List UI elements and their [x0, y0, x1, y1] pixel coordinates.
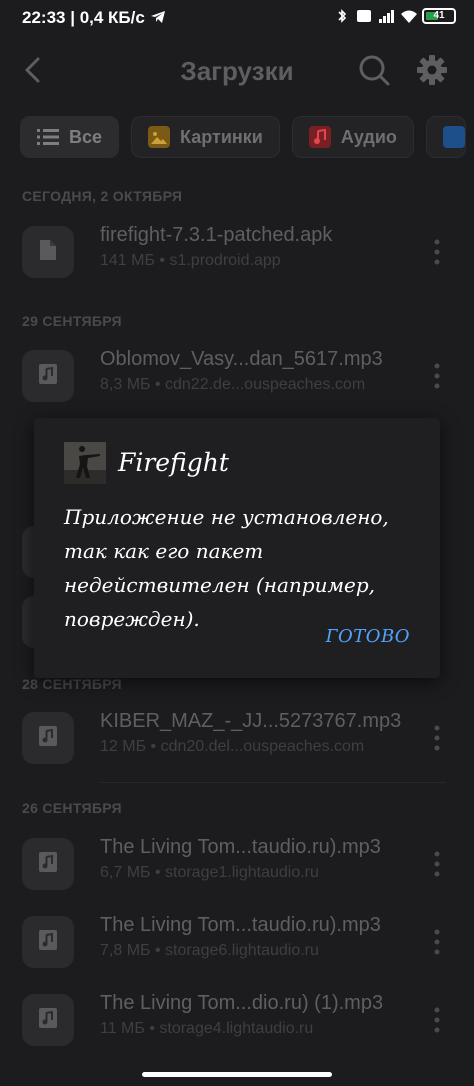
status-speed: | 0,4 КБ/с — [70, 8, 145, 27]
file-meta: 7,8 МБ • storage6.lightaudio.ru — [100, 942, 319, 959]
filter-all-label: Все — [69, 126, 103, 147]
status-left: 22:33 | 0,4 КБ/с — [22, 8, 166, 28]
dialog-message: Приложение не установлено, так как его п… — [64, 505, 389, 631]
file-thumbnail — [22, 916, 74, 968]
file-name: firefight-7.3.1-patched.apk — [100, 224, 333, 246]
filter-audio[interactable]: Аудио — [291, 116, 414, 158]
app-header: Загрузки — [0, 42, 474, 100]
more-options-icon[interactable] — [428, 928, 446, 956]
section-header: 29 СЕНТЯБРЯ — [22, 313, 122, 329]
file-name: KIBER_MAZ_-_JJ...5273767.mp3 — [100, 710, 402, 732]
file-meta: 141 МБ • s1.prodroid.app — [100, 252, 281, 269]
divider — [100, 782, 446, 783]
audio-icon — [308, 126, 331, 148]
battery-indicator: 41 — [422, 8, 456, 24]
file-meta: 12 МБ • cdn20.del...ouspeaches.com — [100, 738, 365, 755]
done-button[interactable]: ГОТОВО — [326, 626, 410, 647]
music-icon — [39, 1007, 57, 1033]
status-bar: 22:33 | 0,4 КБ/с 41 — [0, 0, 474, 36]
file-meta: 8,3 МБ • cdn22.de...ouspeaches.com — [100, 376, 366, 393]
status-time: 22:33 — [22, 8, 66, 27]
bluetooth-icon — [334, 8, 350, 24]
list-item[interactable]: Oblomov_Vasy...dan_5617.mp3 8,3 МБ • cdn… — [0, 344, 474, 414]
list-icon — [37, 126, 59, 148]
music-icon — [39, 363, 57, 389]
list-item[interactable]: The Living Tom...taudio.ru).mp3 6,7 МБ •… — [0, 832, 474, 902]
navigation-handle[interactable] — [142, 1072, 332, 1077]
status-right: 41 — [334, 8, 456, 24]
music-icon — [39, 851, 57, 877]
filter-images-label: Картинки — [180, 126, 263, 147]
music-icon — [39, 725, 57, 751]
file-thumbnail — [22, 838, 74, 890]
app-icon — [64, 442, 106, 484]
filter-images[interactable]: Картинки — [131, 116, 280, 158]
file-meta: 11 МБ • storage4.lightaudio.ru — [100, 1020, 314, 1037]
filter-chips: Все Картинки Аудио — [20, 116, 466, 158]
more-options-icon[interactable] — [428, 1006, 446, 1034]
search-icon[interactable] — [356, 52, 392, 88]
file-thumbnail — [22, 712, 74, 764]
filter-documents[interactable] — [425, 116, 466, 158]
file-thumbnail — [22, 994, 74, 1046]
file-icon — [39, 239, 57, 266]
image-icon — [148, 126, 171, 148]
telegram-icon — [150, 8, 166, 27]
file-name: Oblomov_Vasy...dan_5617.mp3 — [100, 348, 383, 370]
file-thumbnail — [22, 226, 74, 278]
volte-icon — [356, 8, 372, 24]
dialog-title: Firefight — [118, 448, 229, 477]
file-name: The Living Tom...dio.ru) (1).mp3 — [100, 992, 384, 1014]
section-header: СЕГОДНЯ, 2 ОКТЯБРЯ — [22, 188, 183, 204]
filter-audio-label: Аудио — [340, 126, 397, 147]
more-options-icon[interactable] — [428, 850, 446, 878]
more-options-icon[interactable] — [428, 724, 446, 752]
file-meta: 6,7 МБ • storage1.lightaudio.ru — [100, 864, 319, 881]
more-options-icon[interactable] — [428, 362, 446, 390]
list-item[interactable]: firefight-7.3.1-patched.apk 141 МБ • s1.… — [0, 220, 474, 290]
list-item[interactable]: The Living Tom...dio.ru) (1).mp3 11 МБ •… — [0, 988, 474, 1058]
more-options-icon[interactable] — [428, 238, 446, 266]
list-item[interactable]: KIBER_MAZ_-_JJ...5273767.mp3 12 МБ • cdn… — [0, 706, 474, 776]
file-name: The Living Tom...taudio.ru).mp3 — [100, 836, 381, 858]
music-icon — [39, 929, 57, 955]
section-header: 28 СЕНТЯБРЯ — [22, 676, 122, 692]
list-item[interactable]: The Living Tom...taudio.ru).mp3 7,8 МБ •… — [0, 910, 474, 980]
file-name: The Living Tom...taudio.ru).mp3 — [100, 914, 381, 936]
signal-icon — [378, 8, 394, 24]
section-header: 26 СЕНТЯБРЯ — [22, 800, 122, 816]
page-title: Загрузки — [180, 56, 294, 86]
document-icon — [442, 126, 465, 148]
install-error-dialog: Firefight Приложение не установлено, так… — [34, 418, 440, 678]
wifi-icon — [400, 8, 417, 24]
filter-all[interactable]: Все — [20, 116, 120, 158]
gear-icon[interactable] — [414, 52, 450, 88]
file-thumbnail — [22, 350, 74, 402]
